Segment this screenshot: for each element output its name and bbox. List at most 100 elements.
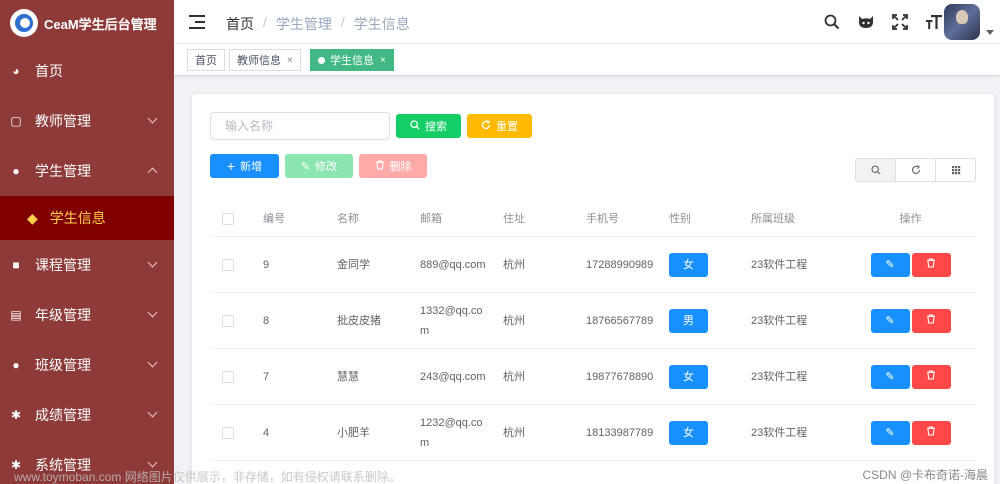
trash-icon <box>926 255 936 275</box>
chevron-up-icon <box>147 167 158 178</box>
sidebar-item-4[interactable]: ▤ 年级管理 <box>0 290 174 340</box>
cell-phone: 19877678890 <box>586 370 654 383</box>
student-table: 编号 名称 邮箱 住址 手机号 性别 所属班级 操作 9 金同学 889@qq.co… <box>210 201 976 461</box>
row-actions: ✎ <box>851 420 970 445</box>
reset-button-label: 重置 <box>496 121 518 133</box>
sidebar-subitem-2-0[interactable]: ◆ 学生信息 <box>0 196 174 240</box>
sidebar-item-0[interactable]: ◕ 首页 <box>0 46 174 96</box>
search-icon[interactable] <box>822 12 842 32</box>
row-delete-button[interactable] <box>911 308 951 333</box>
sidebar-item-3[interactable]: ■ 课程管理 <box>0 240 174 290</box>
reset-button[interactable]: 重置 <box>467 114 532 138</box>
main-card: 搜索 重置 + 新增 ✎ 修改 删除 <box>192 94 994 484</box>
header-checkbox-cell <box>210 212 245 225</box>
active-dot-icon <box>318 56 325 64</box>
select-all-checkbox[interactable] <box>222 212 234 225</box>
close-icon[interactable]: × <box>287 55 293 66</box>
close-icon[interactable]: × <box>380 55 386 66</box>
row-checkbox[interactable] <box>222 314 234 327</box>
table-row[interactable]: 4 小肥羊 1232@qq.com 杭州 18133987789 女 23软件工程 ✎ <box>210 405 976 461</box>
cell-name: 慧慧 <box>337 370 359 383</box>
row-delete-button[interactable] <box>911 364 951 389</box>
tag-label: 学生信息 <box>330 55 374 67</box>
cell-id: 7 <box>263 370 270 383</box>
table-toolbar <box>855 158 976 182</box>
header-address: 住址 <box>503 212 525 225</box>
row-checkbox[interactable] <box>222 370 234 383</box>
font-size-icon[interactable] <box>924 12 944 32</box>
edit-button[interactable]: ✎ 修改 <box>285 154 353 178</box>
delete-button[interactable]: 删除 <box>359 154 427 178</box>
cell-gender: 女 <box>663 420 745 445</box>
cell-gender: 女 <box>663 252 745 277</box>
sidebar-menu: ◕ 首页 ▢ 教师管理 ● 学生管理 ◆ 学生信息 ■ 课程管理 ▤ 年级管理 ● 班级管理 ✱ 成绩管理 ✱ 系… <box>0 46 174 484</box>
cell-phone: 17288990989 <box>586 258 654 271</box>
table-row[interactable]: 7 慧慧 243@qq.com 杭州 19877678890 女 23软件工程 ✎ <box>210 349 976 405</box>
header-name: 名称 <box>337 212 359 225</box>
refresh-icon[interactable] <box>896 159 936 181</box>
search-button-label: 搜索 <box>425 121 447 133</box>
header-gender: 性别 <box>669 212 691 225</box>
name-search-input[interactable] <box>210 112 390 140</box>
add-button[interactable]: + 新增 <box>210 154 279 178</box>
sidebar-item-6[interactable]: ✱ 成绩管理 <box>0 390 174 440</box>
hamburger-icon[interactable] <box>189 15 205 29</box>
tag-home[interactable]: 首页 <box>187 49 225 71</box>
user-icon: ● <box>12 164 20 178</box>
header-actions: 操作 <box>899 212 922 225</box>
cell-email: 1232@qq.com <box>420 416 483 449</box>
cell-phone: 18133987789 <box>586 426 654 439</box>
header-icons <box>808 12 944 32</box>
caret-down-icon[interactable] <box>986 30 994 35</box>
lock-icon: ■ <box>12 258 20 272</box>
tag-student-info[interactable]: 学生信息 × <box>310 49 394 71</box>
table-row[interactable]: 8 批皮皮猪 1332@qq.com 杭州 18766567789 男 23软件工程 ✎ <box>210 293 976 349</box>
edit-icon: ✎ <box>885 314 895 327</box>
sidebar-item-1[interactable]: ▢ 教师管理 <box>0 96 174 146</box>
row-checkbox[interactable] <box>222 258 234 271</box>
breadcrumb-student-management: 学生管理 <box>275 16 332 32</box>
trash-icon <box>926 423 936 443</box>
breadcrumb: 首页 / 学生管理 / 学生信息 <box>226 14 410 34</box>
tag-label: 教师信息 <box>237 55 281 67</box>
row-actions: ✎ <box>851 252 970 277</box>
cell-name: 小肥羊 <box>337 426 370 439</box>
table-row[interactable]: 9 金同学 889@qq.com 杭州 17288990989 女 23软件工程 ✎ <box>210 237 976 293</box>
edit-icon: ✎ <box>885 426 895 439</box>
row-delete-button[interactable] <box>911 420 951 445</box>
app-title: CeaM学生后台管理 <box>44 16 157 32</box>
cell-class: 23软件工程 <box>751 370 808 383</box>
columns-icon[interactable] <box>936 159 975 181</box>
cell-name: 批皮皮猪 <box>337 314 381 327</box>
row-edit-button[interactable]: ✎ <box>870 308 910 333</box>
watermark-left: www.toymoban.com 网络图片仅供展示，非存储，如有侵权请联系删除。 <box>14 470 401 484</box>
search-toggle-icon[interactable] <box>856 159 896 181</box>
cell-address: 杭州 <box>503 426 525 439</box>
avatar[interactable] <box>944 4 980 40</box>
edit-button-label: 修改 <box>315 161 338 173</box>
eye-icon: ◆ <box>27 209 38 226</box>
tag-teacher-info[interactable]: 教师信息 × <box>229 49 301 71</box>
logo[interactable]: CeaM学生后台管理 <box>0 0 174 46</box>
breadcrumb-home[interactable]: 首页 <box>226 14 254 34</box>
search-button[interactable]: 搜索 <box>396 114 461 138</box>
edit-icon: ✎ <box>300 160 311 173</box>
sidebar: CeaM学生后台管理 ◕ 首页 ▢ 教师管理 ● 学生管理 ◆ 学生信息 ■ 课程管理 ▤ 年级管理 ●… <box>0 0 174 484</box>
cell-email: 889@qq.com <box>420 258 486 271</box>
sidebar-item-2[interactable]: ● 学生管理 <box>0 146 174 196</box>
sidebar-item-5[interactable]: ● 班级管理 <box>0 340 174 390</box>
row-edit-button[interactable]: ✎ <box>870 252 910 277</box>
row-edit-button[interactable]: ✎ <box>870 364 910 389</box>
sidebar-item-label: 班级管理 <box>35 357 91 373</box>
github-icon[interactable] <box>856 12 876 32</box>
row-edit-button[interactable]: ✎ <box>870 420 910 445</box>
fullscreen-icon[interactable] <box>890 12 910 32</box>
header-id: 编号 <box>263 212 285 225</box>
cell-name: 金同学 <box>337 258 370 271</box>
cell-class: 23软件工程 <box>751 426 808 439</box>
row-checkbox-cell <box>210 370 245 383</box>
cell-address: 杭州 <box>503 258 525 271</box>
row-checkbox[interactable] <box>222 426 234 439</box>
wechat-icon: ● <box>12 358 20 372</box>
row-delete-button[interactable] <box>911 252 951 277</box>
